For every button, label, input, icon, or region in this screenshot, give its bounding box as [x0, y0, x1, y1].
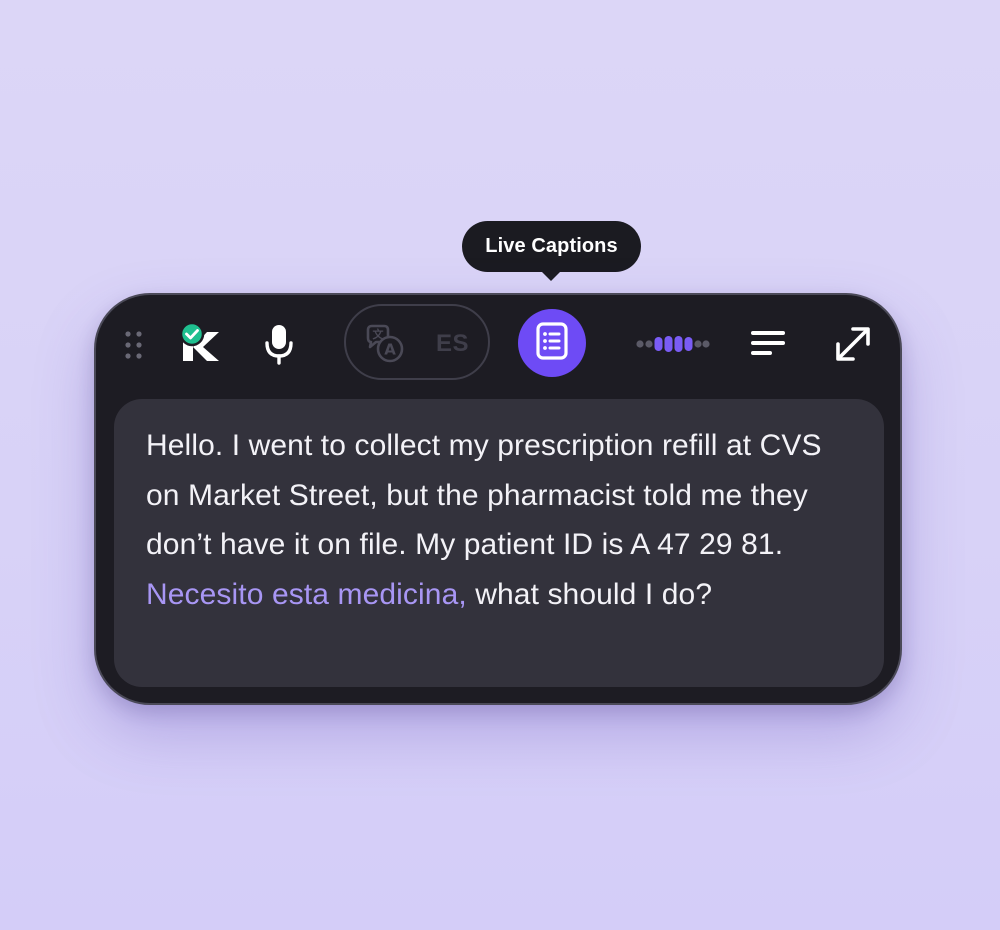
live-captions-button[interactable]	[518, 309, 586, 377]
tooltip-label: Live Captions	[485, 235, 618, 257]
caption-spanish-text: Necesito esta medicina,	[146, 577, 467, 611]
microphone-icon[interactable]	[263, 323, 295, 367]
caption-text: Hello. I went to collect my prescription…	[146, 421, 852, 619]
text-lines-icon[interactable]	[750, 329, 786, 357]
translate-icon: 文 A	[364, 324, 406, 364]
audio-level-dots-icon	[636, 333, 710, 355]
k-logo-verified-icon[interactable]	[179, 321, 221, 365]
tooltip-arrow	[540, 270, 562, 281]
language-toggle[interactable]: 文 A ES	[344, 304, 490, 380]
caption-panel: Hello. I went to collect my prescription…	[114, 399, 884, 687]
live-captions-widget: 文 A ES Hello. I went to collect my presc…	[94, 293, 902, 705]
expand-arrows-icon[interactable]	[835, 326, 871, 362]
caption-english-text: Hello. I went to collect my prescription…	[146, 429, 822, 561]
caption-question-text: what should I do?	[475, 577, 713, 611]
document-lines-icon	[535, 321, 569, 366]
live-captions-tooltip: Live Captions	[462, 221, 641, 272]
language-label: ES	[436, 330, 470, 357]
drag-dots-icon[interactable]	[124, 330, 144, 360]
svg-text:A: A	[384, 341, 396, 359]
